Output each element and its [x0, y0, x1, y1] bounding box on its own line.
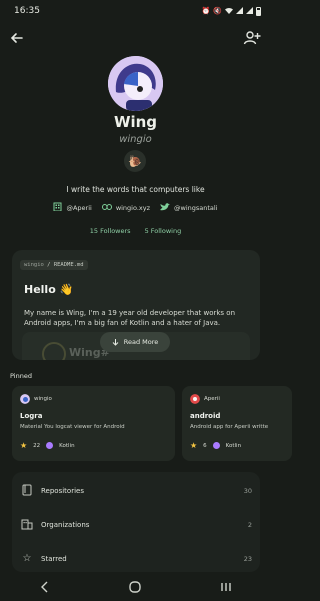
system-nav-bar	[0, 575, 271, 601]
building-icon	[53, 202, 62, 214]
website-link-label: wingio.xyz	[115, 204, 151, 212]
wifi-icon	[225, 7, 233, 16]
arrow-left-icon	[10, 33, 23, 43]
readme-heading: Hello 👋	[24, 283, 74, 296]
status-emoji[interactable]: 🐌	[124, 150, 146, 172]
pinned-repo-owner-name: wingio	[34, 396, 52, 402]
menu-item-starred[interactable]: ☆ Starred 23	[12, 543, 260, 575]
readme-path: wingio / README.md	[20, 260, 88, 270]
star-outline-icon: ☆	[22, 553, 32, 564]
battery-icon	[256, 6, 261, 16]
snail-icon: 🐌	[128, 154, 142, 168]
pinned-repo-owner-name: Aperii	[204, 396, 220, 402]
signal-icon	[246, 6, 253, 16]
profile-username: wingio	[119, 134, 152, 145]
arrow-down-icon	[112, 338, 119, 346]
home-nav-button[interactable]	[128, 580, 141, 596]
profile-bio: I write the words that computers like	[66, 185, 205, 194]
pinned-repo-card[interactable]: wingio Logra Material You logcat viewer …	[12, 386, 175, 461]
pinned-repo-name: Logra	[20, 412, 43, 420]
company-link-label: @Aperii	[66, 204, 92, 212]
pinned-repo-card[interactable]: Aperii android Android app for Aperii wr…	[182, 386, 292, 461]
readme-body: My name is Wing, I'm a 19 year old devel…	[24, 309, 236, 327]
menu-item-count: 23	[243, 555, 252, 563]
home-icon	[128, 580, 141, 593]
menu-item-count: 2	[247, 521, 252, 529]
following-count[interactable]: 5 Following	[145, 227, 182, 235]
status-bar: 16:35 ⏰ 🔇	[0, 0, 271, 22]
link-icon	[101, 203, 112, 213]
menu-item-label: Starred	[41, 555, 67, 563]
menu-item-repositories[interactable]: Repositories 30	[12, 475, 260, 507]
star-icon: ★	[190, 441, 198, 450]
repository-icon	[20, 484, 34, 498]
back-button[interactable]	[8, 30, 26, 48]
twitter-link[interactable]: @wingsantali	[160, 202, 218, 214]
pinned-repo-meta: ★ 22 Kotlin	[20, 441, 75, 450]
readme-faded-logo-icon	[42, 342, 66, 360]
menu-item-organizations[interactable]: Organizations 2	[12, 509, 260, 541]
pinned-repo-stars: 22	[33, 442, 41, 449]
pinned-repo-description: Android app for Aperii writte	[190, 424, 269, 430]
pinned-repo-language: Kotlin	[59, 442, 75, 449]
readme-file: README.md	[53, 262, 84, 268]
profile-name: Wing	[113, 113, 158, 131]
person-add-icon	[243, 31, 261, 45]
status-icons: ⏰ 🔇	[201, 6, 261, 16]
pinned-repo-meta: ★ 6 Kotlin	[190, 441, 241, 450]
back-nav-icon	[40, 581, 47, 592]
readme-separator: /	[43, 262, 54, 268]
alarm-icon: ⏰	[201, 7, 211, 15]
mute-icon: 🔇	[213, 7, 222, 15]
recent-apps-icon	[220, 582, 231, 591]
language-color-dot	[212, 442, 220, 449]
menu-item-label: Repositories	[41, 487, 84, 495]
read-more-button[interactable]: Read More	[100, 332, 170, 352]
menu-item-label: Organizations	[41, 521, 90, 529]
twitter-icon	[160, 202, 171, 214]
signal-icon	[236, 6, 243, 16]
avatar-image	[108, 56, 163, 111]
avatar[interactable]	[108, 56, 163, 111]
owner-avatar-icon	[20, 394, 30, 404]
owner-avatar-icon	[190, 394, 200, 404]
readme-repo: wingio	[24, 262, 44, 268]
company-link[interactable]: @Aperii	[53, 202, 92, 214]
pinned-repo-stars: 6	[203, 442, 207, 449]
pinned-heading: Pinned	[10, 372, 32, 380]
read-more-label: Read More	[123, 338, 159, 346]
menu-item-count: 30	[243, 487, 252, 495]
language-color-dot	[46, 442, 54, 449]
organization-icon	[20, 518, 34, 532]
pinned-repo-owner: wingio	[20, 394, 52, 404]
pinned-repo-language: Kotlin	[225, 442, 242, 449]
twitter-link-label: @wingsantali	[174, 204, 218, 212]
pinned-repo-name: android	[190, 412, 221, 420]
website-link[interactable]: wingio.xyz	[101, 203, 151, 213]
followers-count[interactable]: 15 Followers	[90, 227, 131, 235]
top-app-bar	[0, 30, 271, 50]
profile-menu: Repositories 30 Organizations 2 ☆ Starre…	[12, 472, 260, 572]
follow-button[interactable]	[243, 30, 263, 48]
recent-apps-nav-button[interactable]	[220, 581, 232, 596]
back-nav-button[interactable]	[40, 581, 50, 596]
follow-counts: 15 Followers 5 Following	[0, 227, 271, 235]
status-time: 16:35	[14, 6, 40, 16]
star-icon: ★	[20, 441, 28, 450]
profile-links: @Aperii wingio.xyz @wingsantali	[0, 202, 271, 214]
pinned-repo-owner: Aperii	[190, 394, 220, 404]
pinned-repo-description: Material You logcat viewer for Android	[20, 424, 125, 430]
